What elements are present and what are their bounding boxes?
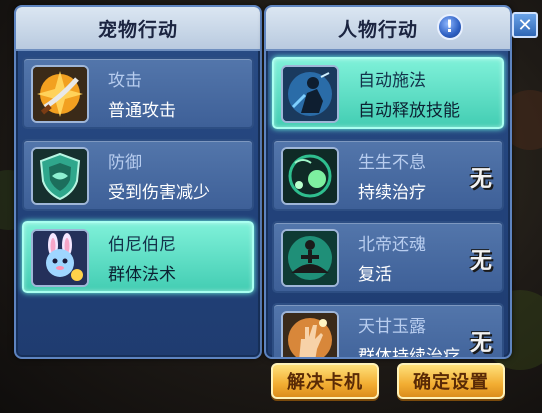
unavailable-badge: 无 — [469, 167, 492, 192]
char-panel-title: 人物行动 — [337, 18, 418, 41]
char-action-revive-desc: 复活 — [358, 265, 392, 285]
unavailable-badge: 无 — [469, 331, 492, 356]
hand-dew-icon — [281, 311, 339, 357]
char-action-group-heal[interactable]: 天甘玉露 群体持续治疗 无 — [272, 303, 504, 359]
char-action-auto-cast-title: 自动施法 — [358, 71, 426, 91]
pet-action-attack-title: 攻击 — [108, 71, 142, 91]
help-icon[interactable]: ! — [437, 14, 463, 40]
char-action-heal-title: 生生不息 — [358, 153, 426, 173]
char-action-group-heal-title: 天甘玉露 — [358, 317, 426, 337]
char-action-auto-cast[interactable]: 自动施法 自动释放技能 — [272, 57, 504, 129]
pet-action-defend-desc: 受到伤害减少 — [108, 183, 210, 203]
unstuck-button[interactable]: 解决卡机 — [271, 363, 379, 399]
pet-action-list: 攻击 普通攻击 防御 受到伤害减少 伯尼伯尼 群体法术 — [22, 55, 254, 357]
char-action-revive[interactable]: 北帝还魂 复活 无 — [272, 221, 504, 293]
char-action-continuous-heal[interactable]: 生生不息 持续治疗 无 — [272, 139, 504, 211]
meditate-revive-icon — [281, 229, 339, 287]
confirm-settings-button[interactable]: 确定设置 — [397, 363, 505, 399]
char-panel-header: 人物行动 ! — [266, 7, 510, 51]
pet-action-defend-title: 防御 — [108, 153, 142, 173]
char-action-revive-title: 北帝还魂 — [358, 235, 426, 255]
pet-action-defend[interactable]: 防御 受到伤害减少 — [22, 139, 254, 211]
char-action-group-heal-desc: 群体持续治疗 — [358, 347, 460, 359]
character-action-panel: 人物行动 ! 自动施法 自动释放技能 生生不息 持续治疗 无 北帝还魂 复活 无… — [264, 5, 512, 359]
char-action-heal-desc: 持续治疗 — [358, 183, 426, 203]
char-action-list: 自动施法 自动释放技能 生生不息 持续治疗 无 北帝还魂 复活 无 天甘玉露 群… — [272, 55, 504, 357]
char-action-auto-cast-desc: 自动释放技能 — [358, 101, 460, 121]
pet-action-bunny-desc: 群体法术 — [108, 265, 176, 285]
close-button[interactable]: ✕ — [512, 12, 538, 38]
pet-action-attack-desc: 普通攻击 — [108, 101, 176, 121]
shield-defense-icon — [31, 147, 89, 205]
pet-panel-header: 宠物行动 — [16, 7, 260, 51]
sword-attack-icon — [31, 65, 89, 123]
bunny-pet-icon — [31, 229, 89, 287]
heal-orb-icon — [281, 147, 339, 205]
pet-action-panel: 宠物行动 攻击 普通攻击 防御 受到伤害减少 伯尼伯尼 群体法术 — [14, 5, 262, 359]
pet-action-attack[interactable]: 攻击 普通攻击 — [22, 57, 254, 129]
auto-cast-icon — [281, 65, 339, 123]
pet-action-bunny-skill[interactable]: 伯尼伯尼 群体法术 — [22, 221, 254, 293]
pet-panel-title: 宠物行动 — [97, 18, 178, 41]
pet-action-bunny-title: 伯尼伯尼 — [108, 235, 176, 255]
unavailable-badge: 无 — [469, 249, 492, 274]
